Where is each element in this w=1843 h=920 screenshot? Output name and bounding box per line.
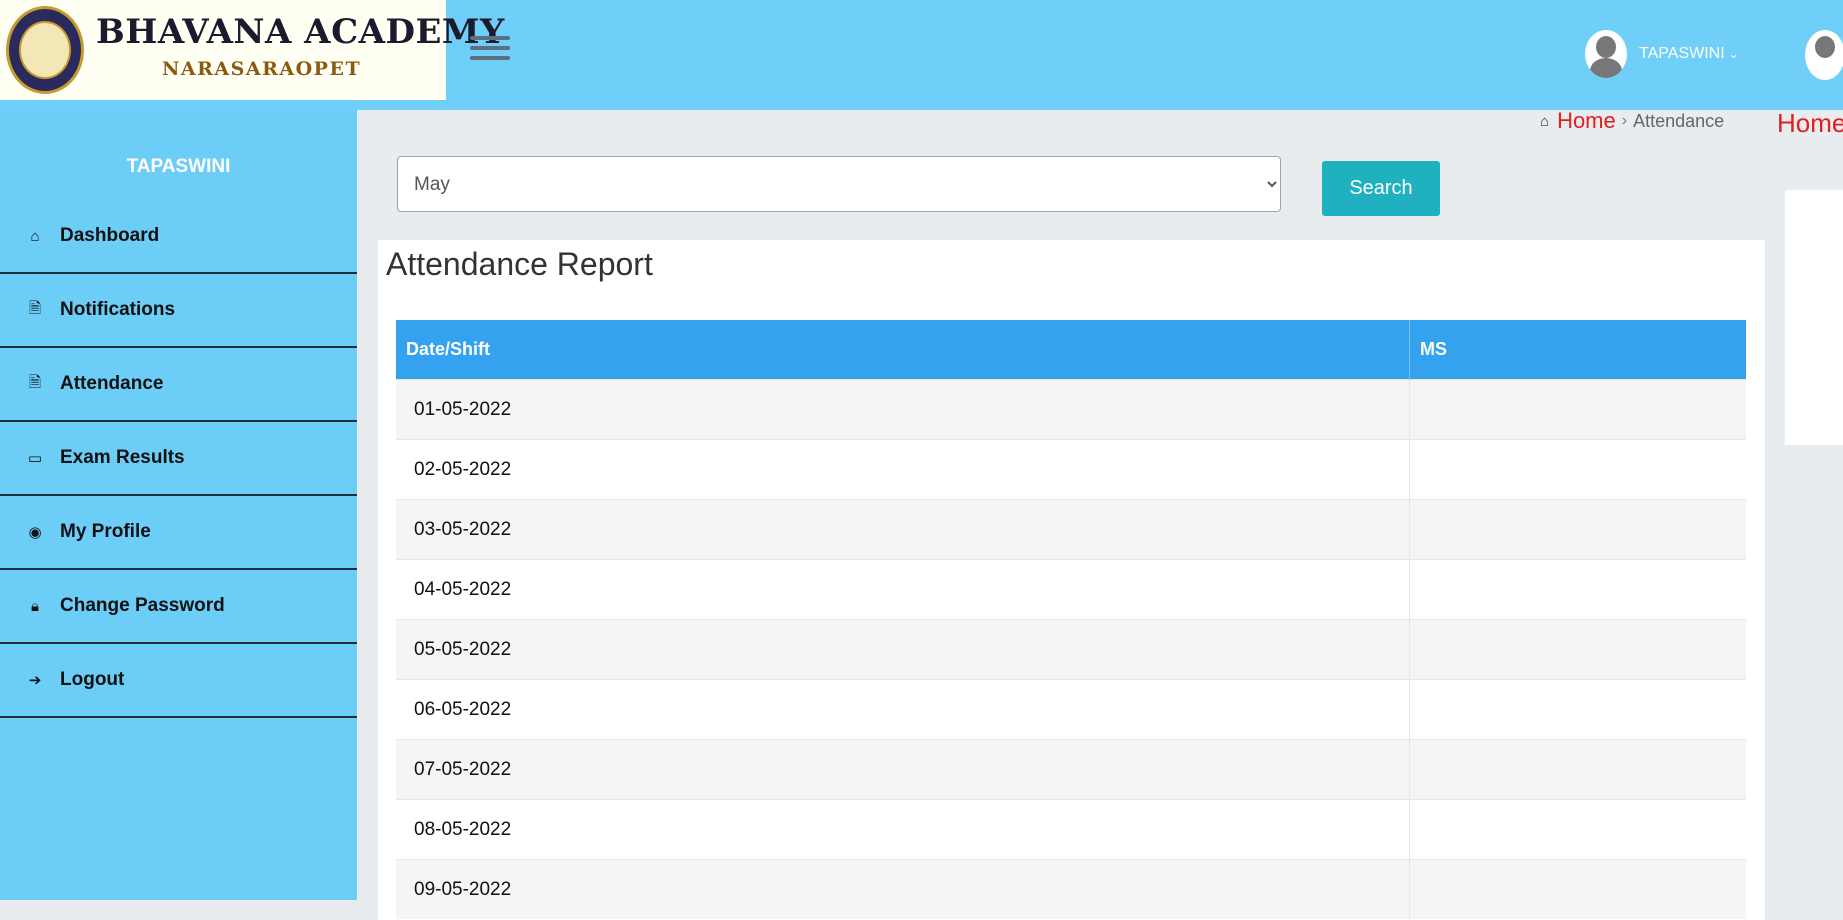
sign-out-icon: ➔ [28,672,42,689]
sidebar-item-exam-results[interactable]: ▭ Exam Results [0,422,357,496]
table-row: 05-05-2022 [396,619,1746,680]
table-row: 03-05-2022 [396,499,1746,560]
home-icon: ⌂ [1540,112,1550,130]
sidebar-user-name: TAPASWINI [126,156,231,177]
sidebar: TAPASWINI ⌂ Dashboard 🗎 Notifications 🗎 … [0,110,357,900]
academy-seal-icon [6,6,84,94]
user-name: TAPASWINI [1639,45,1725,62]
cell-ms [1409,499,1746,560]
menu-toggle-icon[interactable] [470,30,510,70]
logo[interactable]: BHAVANA ACADEMY NARASARAOPET [0,0,504,100]
avatar[interactable] [1805,30,1843,80]
table-row: 04-05-2022 [396,559,1746,620]
breadcrumb-current: Attendance [1633,110,1725,131]
table-row: 08-05-2022 [396,799,1746,860]
sidebar-item-label: Change Password [60,595,225,616]
home-icon: ⌂ [30,227,40,245]
top-header: BHAVANA ACADEMY NARASARAOPET TAPASWINI ⌄ [0,0,1785,110]
table-row: 01-05-2022 [396,379,1746,440]
column-header-date-shift[interactable]: Date/Shift [396,320,1410,380]
sidebar-item-attendance[interactable]: 🗎 Attendance [0,348,357,422]
cell-ms [1409,739,1746,800]
right-panel: Home [1777,0,1843,900]
document-icon: 🗎 [28,299,42,317]
breadcrumb: ⌂ Home › Attendance [1540,108,1724,134]
cell-date: 03-05-2022 [396,499,1410,560]
cell-date: 04-05-2022 [396,559,1410,620]
sidebar-item-label: Dashboard [60,225,160,246]
laptop-icon: ▭ [27,450,43,467]
lock-icon: 🔒︎ [31,597,39,615]
sidebar-item-notifications[interactable]: 🗎 Notifications [0,274,357,348]
cell-ms [1409,439,1746,500]
logo-subtitle: NARASARAOPET [162,58,362,80]
sidebar-item-dashboard[interactable]: ⌂ Dashboard [0,200,357,274]
sidebar-item-my-profile[interactable]: ◉ My Profile [0,496,357,570]
avatar[interactable] [1585,30,1627,78]
table-row: 07-05-2022 [396,739,1746,800]
cell-ms [1409,799,1746,860]
cell-date: 01-05-2022 [396,379,1410,440]
cell-ms [1409,379,1746,440]
document-icon: 🗎 [28,373,42,391]
logo-title: BHAVANA ACADEMY [96,12,505,52]
breadcrumb-home-link[interactable]: Home [1557,108,1616,134]
sidebar-item-label: Attendance [60,373,164,394]
user-menu[interactable]: TAPASWINI ⌄ [1585,30,1739,78]
cell-ms [1409,619,1746,680]
chevron-down-icon: ⌄ [1728,47,1739,61]
sidebar-item-change-password[interactable]: 🔒︎ Change Password [0,570,357,644]
table-row: 02-05-2022 [396,439,1746,500]
table-header-row: Date/Shift MS [396,320,1746,380]
sidebar-item-label: Logout [60,669,125,690]
cell-ms [1409,679,1746,740]
cell-date: 05-05-2022 [396,619,1410,680]
cell-date: 09-05-2022 [396,859,1410,919]
cell-date: 02-05-2022 [396,439,1410,500]
right-panel-card [1785,190,1843,445]
right-panel-home-link[interactable]: Home [1777,108,1843,139]
page-title: Attendance Report [386,246,653,282]
sidebar-item-label: Exam Results [60,447,185,468]
column-header-ms[interactable]: MS [1409,320,1746,380]
sidebar-item-label: Notifications [60,299,176,320]
user-circle-icon: ◉ [28,524,42,541]
right-panel-header [1785,0,1843,110]
cell-ms [1409,859,1746,919]
attendance-table: Date/Shift MS 01-05-2022 02-05-2022 03-0… [396,320,1746,919]
cell-ms [1409,559,1746,620]
cell-date: 06-05-2022 [396,679,1410,740]
sidebar-nav: ⌂ Dashboard 🗎 Notifications 🗎 Attendance… [0,200,357,718]
sidebar-item-label: My Profile [60,521,151,542]
table-row: 09-05-2022 [396,859,1746,919]
cell-date: 08-05-2022 [396,799,1410,860]
breadcrumb-separator: › [1621,112,1628,129]
cell-date: 07-05-2022 [396,739,1410,800]
table-row: 06-05-2022 [396,679,1746,740]
sidebar-item-logout[interactable]: ➔ Logout [0,644,357,718]
attendance-report-card: Attendance Report Date/Shift MS 01-05-20… [378,240,1765,920]
month-select[interactable]: May [397,156,1281,212]
search-button[interactable]: Search [1322,161,1440,216]
